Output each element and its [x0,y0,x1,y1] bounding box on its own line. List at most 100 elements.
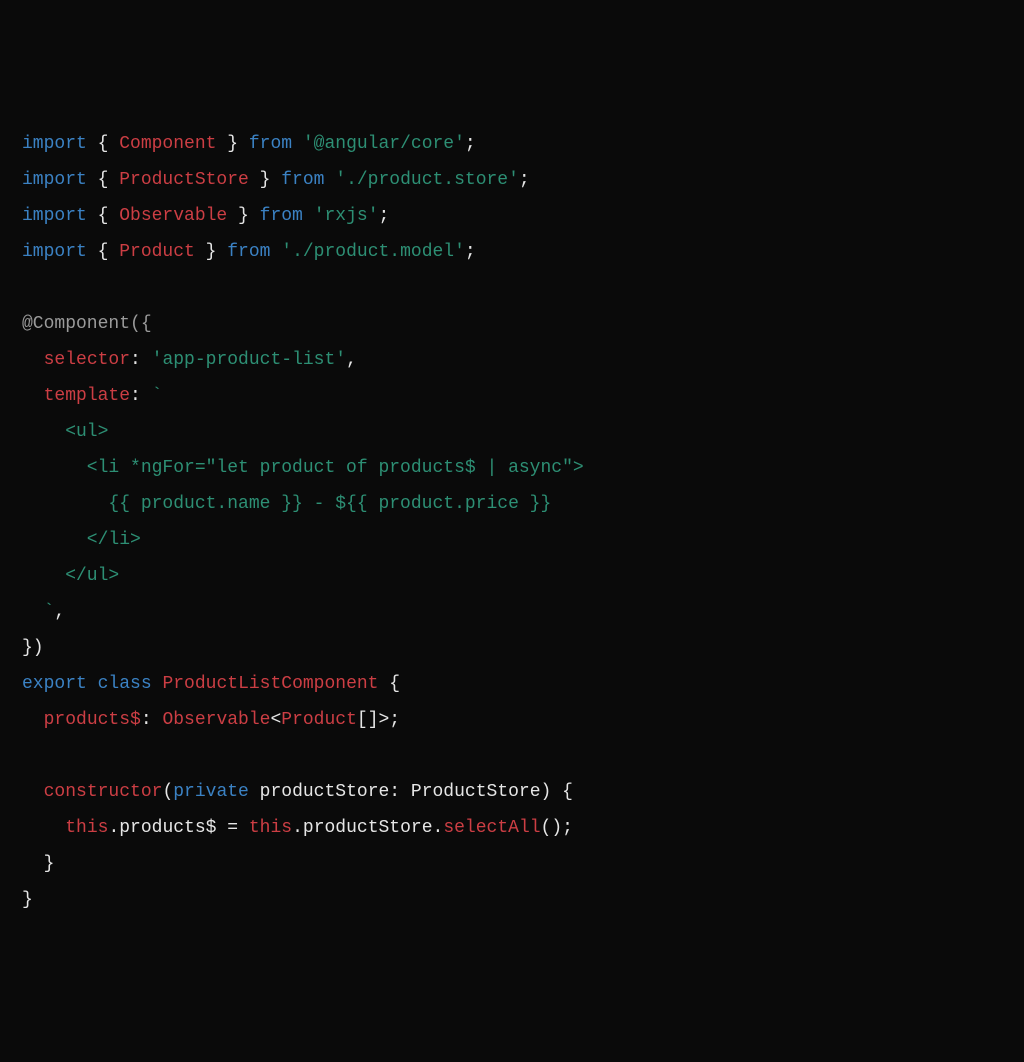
code-token [22,386,44,406]
code-token: Product [281,710,357,730]
code-token: Observable [119,206,227,226]
code-token: , [346,350,357,370]
code-line: products$: Observable<Product[]>; [22,702,1002,738]
code-token: Observable [162,710,270,730]
code-line: {{ product.name }} - ${{ product.price }… [22,486,1002,522]
code-token: : [141,710,163,730]
code-token: selector [44,350,130,370]
code-token: (); [541,818,573,838]
code-token [22,350,44,370]
code-token: <ul> [22,422,108,442]
code-line: template: ` [22,378,1002,414]
code-line [22,738,1002,774]
code-token: products$ [44,710,141,730]
code-line: selector: 'app-product-list', [22,342,1002,378]
code-line: </ul> [22,558,1002,594]
code-line: <li *ngFor="let product of products$ | a… [22,450,1002,486]
code-token: ( [162,782,173,802]
code-token: 'app-product-list' [152,350,346,370]
code-token: { [87,170,119,190]
code-token: { [87,206,119,226]
code-line: <ul> [22,414,1002,450]
code-token: []>; [357,710,400,730]
code-token: './product.model' [281,242,465,262]
code-line: export class ProductListComponent { [22,666,1002,702]
code-token: ProductStore [119,170,249,190]
code-token: import [22,242,87,262]
code-token [324,170,335,190]
code-token: } [22,854,54,874]
code-token: ` [152,386,163,406]
code-token: this [249,818,292,838]
code-token: }) [22,638,44,658]
code-token: class [98,674,152,694]
code-token: constructor [44,782,163,802]
code-line: import { Product } from './product.model… [22,234,1002,270]
code-token: } [216,134,248,154]
code-token: ; [519,170,530,190]
code-token: } [22,890,33,910]
code-block: import { Component } from '@angular/core… [22,126,1002,918]
code-token [87,674,98,694]
code-token: { [87,242,119,262]
code-token [292,134,303,154]
code-token: 'rxjs' [314,206,379,226]
code-token: { [87,134,119,154]
code-token: } [227,206,259,226]
code-token: <li *ngFor="let product of products$ | a… [22,458,584,478]
code-token [270,242,281,262]
code-token [22,782,44,802]
code-token: { [379,674,401,694]
code-token: } [195,242,227,262]
code-line [22,270,1002,306]
code-token: ; [465,242,476,262]
code-token: import [22,170,87,190]
code-token: ; [465,134,476,154]
code-line: }) [22,630,1002,666]
code-token: {{ product.name }} - ${{ product.price }… [22,494,551,514]
code-token: selectAll [443,818,540,838]
code-token: </ul> [22,566,119,586]
code-token: ({ [130,314,152,334]
code-token: productStore: ProductStore) { [249,782,573,802]
code-token: < [270,710,281,730]
code-token: } [249,170,281,190]
code-token: ProductListComponent [162,674,378,694]
code-token: .productStore. [292,818,443,838]
code-token: .products$ = [108,818,248,838]
code-token: template [44,386,130,406]
code-line: import { Observable } from 'rxjs'; [22,198,1002,234]
code-line: </li> [22,522,1002,558]
code-token: from [260,206,303,226]
code-line: this.products$ = this.productStore.selec… [22,810,1002,846]
code-token: from [281,170,324,190]
code-line: `, [22,594,1002,630]
code-token: export [22,674,87,694]
code-line: constructor(private productStore: Produc… [22,774,1002,810]
code-token [22,710,44,730]
code-token: : [130,350,152,370]
code-token: import [22,206,87,226]
code-token: from [227,242,270,262]
code-token: : [130,386,152,406]
code-token [303,206,314,226]
code-token: import [22,134,87,154]
code-token: Component [119,134,216,154]
code-token: @Component [22,314,130,334]
code-token [22,818,65,838]
code-token: '@angular/core' [303,134,465,154]
code-line: import { Component } from '@angular/core… [22,126,1002,162]
code-token: ; [379,206,390,226]
code-token: this [65,818,108,838]
code-token: , [54,602,65,622]
code-line: } [22,882,1002,918]
code-token: private [173,782,249,802]
code-token: Product [119,242,195,262]
code-line: } [22,846,1002,882]
code-token [152,674,163,694]
code-line: import { ProductStore } from './product.… [22,162,1002,198]
code-token: './product.store' [335,170,519,190]
code-token: ` [22,602,54,622]
code-line: @Component({ [22,306,1002,342]
code-token: from [249,134,292,154]
